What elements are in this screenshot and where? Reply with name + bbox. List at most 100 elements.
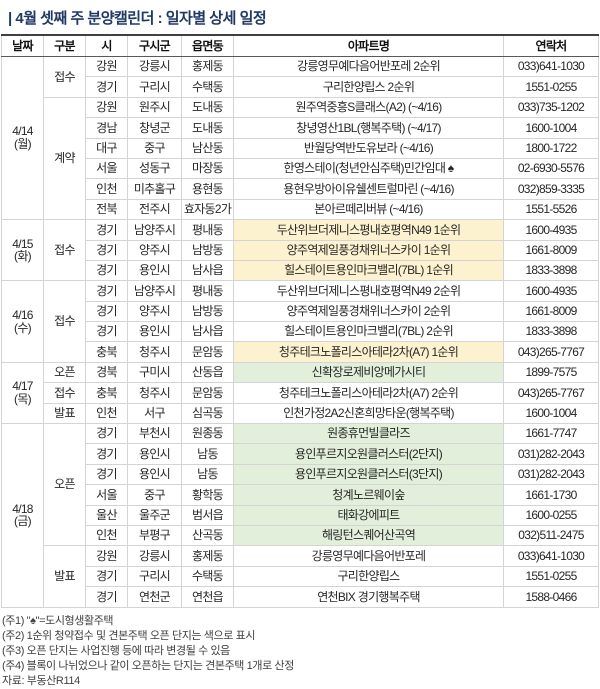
date-cell: 4/14 (월)	[1, 55, 44, 221]
column-header-city: 시	[85, 34, 128, 57]
town-cell: 심곡동	[181, 402, 234, 425]
city-cell: 울산	[85, 504, 128, 526]
town-cell: 평내동	[181, 219, 234, 241]
contact-cell: 1600-0255	[503, 504, 599, 526]
town-cell: 문암동	[181, 382, 234, 404]
town-cell: 도내동	[181, 96, 234, 119]
apartment-cell: 구리한양립스	[233, 565, 504, 588]
column-header-apartment: 아파트명	[233, 34, 504, 57]
table-row: 경기 용인시 남동 용인푸르지오원클러스터(3단지) 031)282-2043	[2, 463, 599, 486]
table-row: 4/16 (수) 접수 경기 남양주시 평내동 두산위브더제니스평내호평역N49 2순위 16…	[1, 280, 599, 363]
apartment-cell: 태화강에피트	[233, 504, 504, 526]
apartment-cell: 강릉영무예다음어반포레	[233, 545, 504, 567]
city-cell: 인천	[85, 402, 128, 425]
district-cell: 남양주시	[127, 280, 182, 302]
date-text: 4/16	[12, 307, 33, 322]
header-row: 날짜 구분 시 구시군 읍면동 아파트명 연락처	[1, 34, 599, 57]
column-header-date: 날짜	[1, 34, 44, 57]
district-cell: 청주시	[127, 382, 182, 404]
contact-cell: 1661-7747	[503, 423, 599, 445]
apartment-cell: 양주역제일풍경채위너스카이 2순위	[233, 300, 504, 323]
table-row: 대구 중구 남산동 반월당역반도유보라 (~4/16) 1800-1722	[2, 137, 599, 159]
table-row: 울산 울주군 범서읍 태화강에피트 1600-0255	[2, 504, 599, 526]
contact-cell: 1800-1722	[503, 137, 599, 159]
date-cell: 4/17 (목)	[1, 361, 44, 425]
calendar-table-body: 4/14 (월) 접수 강원 강릉시 홍제동 강릉영무예다음어반포레 2순위 033)641-…	[1, 55, 599, 608]
city-cell: 경기	[85, 76, 128, 98]
city-cell: 경기	[85, 239, 128, 261]
note-line: (주3) 오픈 단지는 사업진행 등에 따라 변경될 수 있음	[2, 644, 230, 657]
column-header-category: 구분	[43, 34, 86, 57]
district-cell: 중구	[127, 484, 182, 506]
town-cell: 연천읍	[181, 586, 234, 608]
city-cell: 경기	[85, 586, 128, 608]
note-line: (주4) 블록이 나뉘었으나 같이 오픈하는 단지는 견본주택 1개로 산정	[2, 659, 294, 672]
table-row: 4/18 (금) 오픈 경기 부천시 원종동 원종휴먼빌클라즈 1661-7747	[1, 423, 599, 608]
district-cell: 성동구	[127, 157, 182, 180]
apartment-cell: 구리한양립스 2순위	[233, 76, 504, 98]
town-cell: 도내동	[181, 117, 234, 139]
contact-cell: 031)282-2043	[503, 443, 599, 465]
apartment-cell: 반월당역반도유보라 (~4/16)	[233, 137, 504, 159]
note-line: (주2) 1순위 청약접수 및 견본주택 오픈 단지는 색으로 표시	[2, 629, 256, 642]
district-cell: 창녕군	[127, 117, 182, 139]
table-row: 경기 양주시 남방동 양주역제일풍경채위너스카이 2순위 1661-8009	[2, 300, 599, 323]
column-header-contact: 연락처	[503, 34, 599, 57]
district-cell: 부평구	[127, 524, 182, 547]
category-cell: 접수	[43, 56, 86, 98]
contact-cell: 1833-3898	[503, 259, 599, 282]
district-cell: 서구	[127, 402, 182, 425]
city-cell: 전북	[85, 198, 128, 221]
category-cell: 계약	[43, 96, 86, 221]
contact-cell: 032)511-2475	[503, 524, 599, 547]
date-cell: 4/15 (화)	[1, 219, 44, 282]
contact-cell: 031)282-2043	[503, 463, 599, 486]
district-cell: 양주시	[127, 239, 182, 261]
district-cell: 구미시	[127, 361, 182, 384]
city-cell: 강원	[85, 96, 128, 119]
contact-cell: 1551-5526	[503, 198, 599, 221]
date-cell: 4/16 (수)	[1, 280, 44, 363]
table-row: 접수 충북 청주시 문암동 청주테크노폴리스아테라2차(A7) 2순위 043)265-7…	[2, 382, 599, 404]
district-cell: 강릉시	[127, 55, 182, 78]
table-row: 발표 강원 강릉시 홍제동 강릉영무예다음어반포레 033)641-1030	[2, 545, 599, 608]
table-row: 4/15 (화) 접수 경기 남양주시 평내동 두산위브더제니스평내호평역N49 1순위 16…	[1, 219, 599, 282]
table-row: 4/14 (월) 접수 강원 강릉시 홍제동 강릉영무예다음어반포레 2순위 033)641-…	[1, 55, 599, 221]
town-cell: 황학동	[181, 484, 234, 506]
contact-cell: 1600-1004	[503, 117, 599, 139]
contact-cell: 02-6930-5576	[503, 157, 599, 180]
town-cell: 평내동	[181, 280, 234, 302]
table-row: 경기 양주시 남방동 양주역제일풍경채위너스카이 1순위 1661-8009	[2, 239, 599, 261]
town-cell: 남산동	[181, 137, 234, 159]
contact-cell: 1588-0466	[503, 586, 599, 608]
district-cell: 용인시	[127, 463, 182, 486]
apartment-cell: 신확장로제비앙메가시티	[233, 361, 504, 384]
apartment-cell: 용인푸르지오원클러스터(3단지)	[233, 463, 504, 486]
city-cell: 서울	[85, 157, 128, 180]
note-line: (주1) "♠"=도시형생활주택	[2, 614, 114, 627]
contact-cell: 1661-1730	[503, 484, 599, 506]
city-cell: 충북	[85, 382, 128, 404]
town-cell: 남방동	[181, 300, 234, 323]
apartment-cell: 청주테크노폴리스아테라2차(A7) 2순위	[233, 382, 504, 404]
table-row: 경기 용인시 남사읍 힐스테이트용인마크밸리(7BL) 1순위 1833-3898	[2, 259, 599, 282]
category-cell: 접수	[43, 219, 86, 282]
district-cell: 남양주시	[127, 219, 182, 241]
city-cell: 경기	[85, 321, 128, 343]
town-cell: 원종동	[181, 423, 234, 445]
city-cell: 인천	[85, 178, 128, 200]
town-cell: 산동읍	[181, 361, 234, 384]
apartment-cell: 용현우방아이유쉘센트럴마린 (~4/16)	[233, 178, 504, 200]
weekday-text: (화)	[14, 249, 32, 264]
apartment-cell: 용인푸르지오원클러스터(2단지)	[233, 443, 504, 465]
category-cell: 접수	[43, 382, 86, 404]
apartment-cell: 창녕영산1BL(행복주택) (~4/17)	[233, 117, 504, 139]
city-cell: 경기	[85, 300, 128, 323]
city-cell: 경기	[85, 565, 128, 588]
district-cell: 용인시	[127, 443, 182, 465]
contact-cell: 032)859-3335	[503, 178, 599, 200]
weekday-text: (금)	[14, 514, 32, 529]
city-cell: 경기	[85, 463, 128, 486]
contact-cell: 033)735-1202	[503, 96, 599, 119]
contact-cell: 1551-0255	[503, 76, 599, 98]
